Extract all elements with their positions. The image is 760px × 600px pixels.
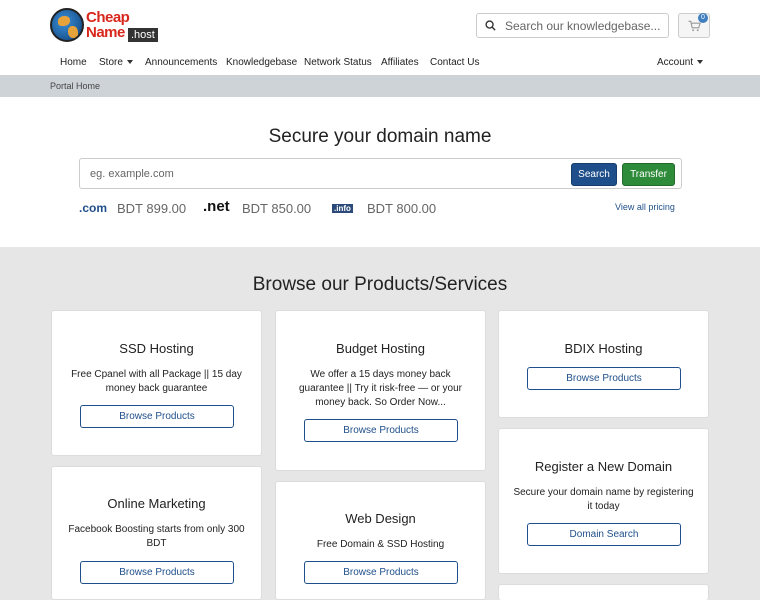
tld-net-logo: .net <box>203 198 230 215</box>
card-title: Register a New Domain <box>534 459 673 474</box>
tld-net: .net BDT 850.00 <box>203 198 323 218</box>
search-icon[interactable] <box>485 20 496 31</box>
nav-network-status[interactable]: Network Status <box>304 57 372 68</box>
card-description: Free Cpanel with all Package || 15 day m… <box>71 369 242 394</box>
knowledgebase-search-input[interactable] <box>505 16 665 35</box>
domain-transfer-button[interactable]: Transfer <box>622 163 675 186</box>
nav-store[interactable]: Store <box>99 57 133 68</box>
browse-products-button[interactable]: Browse Products <box>80 561 234 584</box>
breadcrumb-current[interactable]: Portal Home <box>50 81 100 91</box>
browse-title: Browse our Products/Services <box>252 274 508 295</box>
site-header: Cheap Name .host 0 <box>0 0 760 52</box>
tld-com-logo: .com <box>79 201 108 215</box>
product-card-ssd-hosting: SSD Hosting Free Cpanel with all Package… <box>51 310 262 456</box>
card-title: BDIX Hosting <box>564 341 643 356</box>
product-card-budget-hosting: Budget Hosting We offer a 15 days money … <box>275 310 486 471</box>
domain-search-card-button[interactable]: Domain Search <box>527 523 681 546</box>
tld-net-price: BDT 850.00 <box>242 201 312 216</box>
product-card-bdix-hosting: BDIX Hosting Browse Products <box>498 310 709 418</box>
browse-products-button[interactable]: Browse Products <box>527 367 681 390</box>
breadcrumb: Portal Home <box>0 75 760 97</box>
browse-products-button[interactable]: Browse Products <box>80 405 234 428</box>
card-description: We offer a 15 days money back guarantee … <box>298 369 463 408</box>
logo-suffix: .host <box>128 28 158 42</box>
cart-button[interactable]: 0 <box>678 13 710 38</box>
product-card-partial <box>498 584 709 600</box>
nav-account[interactable]: Account <box>657 57 704 68</box>
nav-knowledgebase[interactable]: Knowledgebase <box>226 57 297 68</box>
tld-com: .com BDT 899.00 <box>79 200 199 218</box>
nav-home[interactable]: Home <box>60 57 87 68</box>
site-logo[interactable]: Cheap Name .host <box>50 8 160 44</box>
browse-products-button[interactable]: Browse Products <box>304 419 458 442</box>
product-card-online-marketing: Online Marketing Facebook Boosting start… <box>51 466 262 600</box>
view-all-pricing-link[interactable]: View all pricing <box>615 202 675 212</box>
nav-announcements[interactable]: Announcements <box>145 57 217 68</box>
nav-affiliates[interactable]: Affiliates <box>381 57 419 68</box>
globe-icon <box>50 8 84 42</box>
nav-store-label: Store <box>99 57 123 68</box>
browse-products-button[interactable]: Browse Products <box>304 561 458 584</box>
nav-account-label: Account <box>657 57 694 68</box>
card-title: Online Marketing <box>107 496 206 511</box>
cart-count-badge: 0 <box>698 13 708 23</box>
card-title: Budget Hosting <box>336 341 425 356</box>
knowledgebase-search <box>476 13 669 38</box>
domain-search-input[interactable] <box>90 165 560 183</box>
tld-info: .info BDT 800.00 <box>332 200 452 218</box>
register-domain-card: Register a New Domain Secure your domain… <box>498 428 709 574</box>
tld-info-logo: .info <box>332 204 353 213</box>
card-title: SSD Hosting <box>119 341 194 356</box>
domain-hero-title: Secure your domain name <box>268 126 492 147</box>
card-description: Free Domain & SSD Hosting <box>316 539 445 550</box>
tld-com-price: BDT 899.00 <box>117 201 187 216</box>
chevron-down-icon <box>126 60 133 65</box>
chevron-down-icon <box>697 60 704 65</box>
nav-contact-us[interactable]: Contact Us <box>430 57 479 68</box>
logo-wordmark: Cheap Name <box>86 9 130 41</box>
card-title: Web Design <box>345 511 416 526</box>
tld-info-price: BDT 800.00 <box>367 201 437 216</box>
product-card-web-design: Web Design Free Domain & SSD Hosting Bro… <box>275 481 486 600</box>
main-nav: Home Store Announcements Knowledgebase N… <box>0 52 760 74</box>
domain-search-button[interactable]: Search <box>571 163 617 186</box>
card-description: Secure your domain name by registering i… <box>513 487 694 512</box>
card-description: Facebook Boosting starts from only 300 B… <box>68 524 245 549</box>
